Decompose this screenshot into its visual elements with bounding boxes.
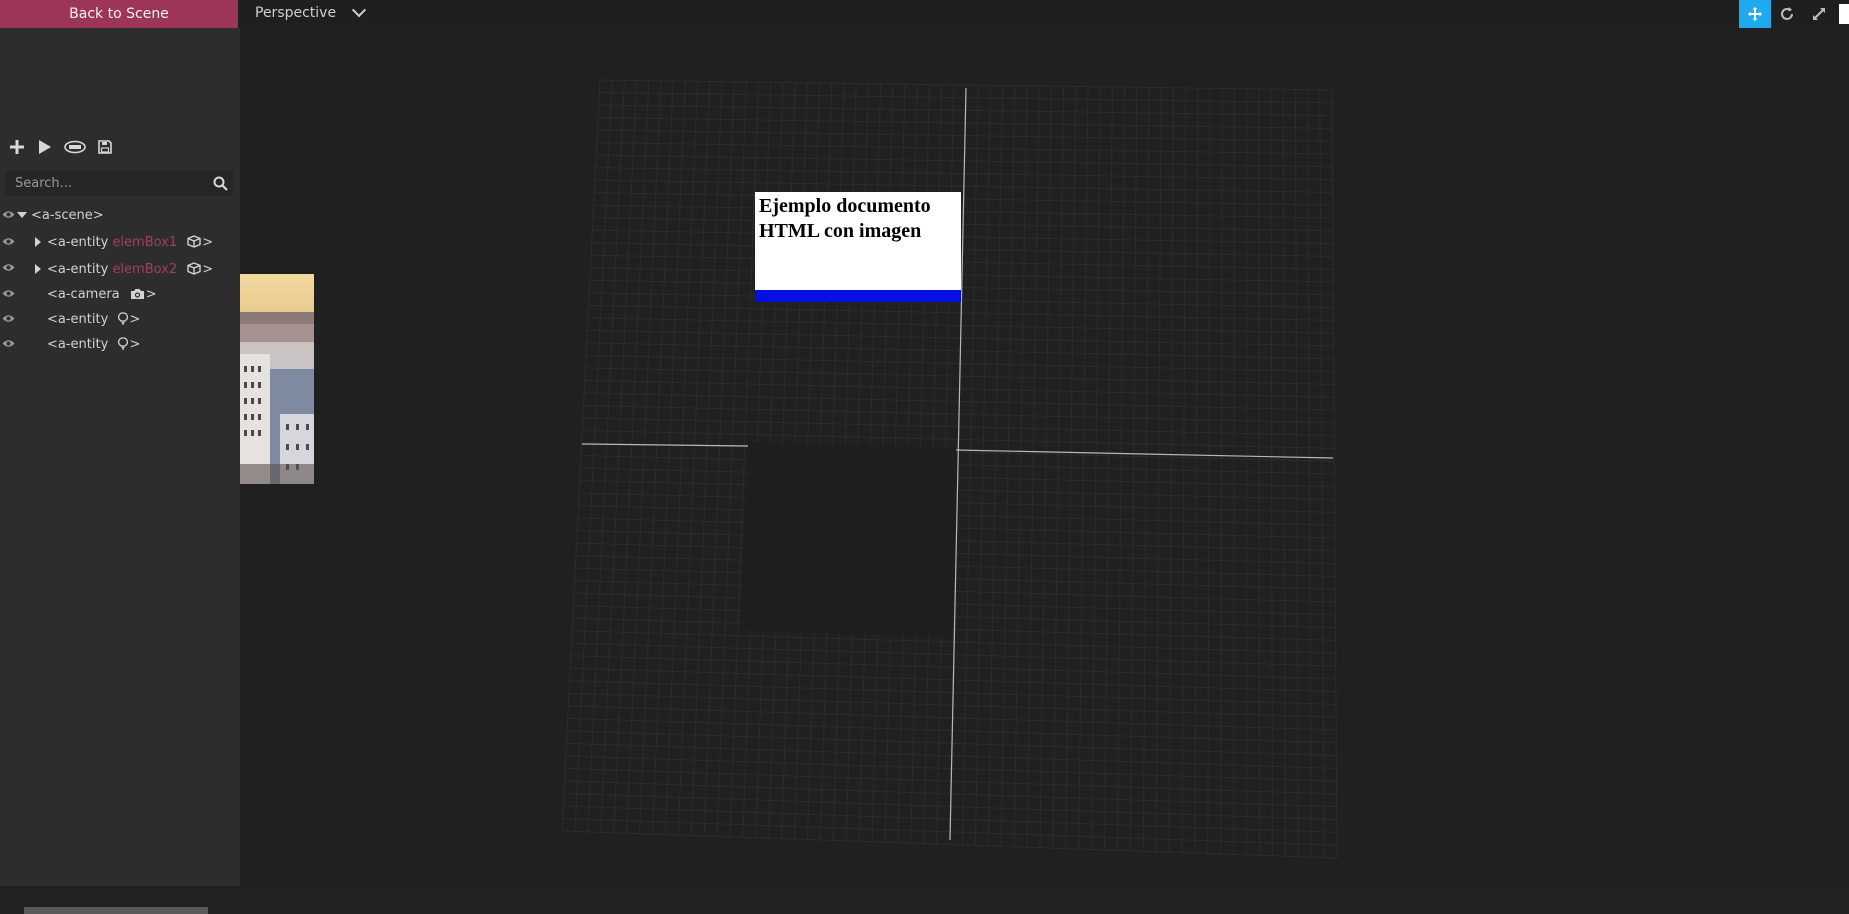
eye-icon[interactable] bbox=[2, 289, 15, 298]
eye-icon[interactable] bbox=[2, 339, 15, 348]
viewport-tools bbox=[1739, 0, 1849, 28]
search-icon[interactable] bbox=[207, 170, 233, 196]
lightbulb-icon bbox=[118, 337, 128, 350]
tree-close: > bbox=[202, 262, 213, 277]
floor-grid bbox=[240, 28, 1849, 886]
caret-down-icon[interactable] bbox=[17, 212, 27, 218]
caret-right-icon[interactable] bbox=[35, 264, 41, 274]
asset-thumbnail[interactable] bbox=[240, 274, 314, 484]
back-to-scene-button[interactable]: Back to Scene bbox=[0, 0, 238, 28]
tree-label: <a-scene> bbox=[31, 208, 104, 223]
gltf-icon[interactable] bbox=[64, 138, 86, 156]
tree-tag: <a-camera bbox=[47, 287, 120, 302]
eye-icon[interactable] bbox=[2, 314, 15, 323]
caret-right-icon[interactable] bbox=[35, 237, 41, 247]
tree-close: > bbox=[146, 287, 157, 302]
entity-id: elemBox1 bbox=[112, 235, 177, 250]
scale-tool-button[interactable] bbox=[1803, 0, 1835, 28]
eye-icon[interactable] bbox=[2, 237, 15, 246]
city-photo-image bbox=[240, 274, 314, 484]
camera-icon bbox=[130, 288, 145, 300]
tree-close: > bbox=[129, 312, 140, 327]
tree-row-light-2[interactable]: <a-entity > bbox=[0, 332, 240, 357]
3d-viewport[interactable]: Ejemplo documento HTML con imagen bbox=[240, 28, 1849, 886]
eye-icon[interactable] bbox=[2, 263, 15, 272]
tree-row-light-1[interactable]: <a-entity > bbox=[0, 307, 240, 332]
tree-tag: <a-entity bbox=[47, 262, 108, 277]
box-side-face bbox=[755, 290, 961, 302]
tree-tag: <a-entity bbox=[47, 235, 108, 250]
camera-select-label: Perspective bbox=[255, 5, 336, 21]
play-icon[interactable] bbox=[36, 138, 54, 156]
scene-toolbar bbox=[8, 138, 114, 156]
tree-close: > bbox=[202, 235, 213, 250]
eye-icon[interactable] bbox=[2, 210, 15, 219]
save-icon[interactable] bbox=[96, 138, 114, 156]
rotate-icon bbox=[1779, 6, 1795, 22]
panel-edge bbox=[1839, 4, 1849, 24]
search-input[interactable] bbox=[5, 170, 207, 196]
tree-row-camera[interactable]: <a-camera > bbox=[0, 282, 240, 307]
tree-row-elembox1[interactable]: <a-entity elemBox1 > bbox=[0, 228, 240, 256]
chevron-down-icon bbox=[352, 3, 366, 17]
cube-icon bbox=[187, 235, 201, 248]
tree-close: > bbox=[129, 337, 140, 352]
plus-icon[interactable] bbox=[8, 138, 26, 156]
camera-select[interactable]: Perspective bbox=[255, 0, 364, 26]
html-document-plane[interactable]: Ejemplo documento HTML con imagen bbox=[755, 192, 961, 290]
tree-row-scene[interactable]: <a-scene> bbox=[0, 203, 240, 228]
translate-tool-button[interactable] bbox=[1739, 0, 1771, 28]
lightbulb-icon bbox=[118, 312, 128, 325]
expand-diagonal-icon bbox=[1811, 6, 1827, 22]
entity-id: elemBox2 bbox=[112, 262, 177, 277]
move-arrows-icon bbox=[1747, 6, 1763, 22]
tree-row-elembox2[interactable]: <a-entity elemBox2 > bbox=[0, 256, 240, 282]
horizontal-scrollbar[interactable] bbox=[24, 907, 208, 914]
search-box bbox=[5, 170, 233, 196]
scene-graph-panel: <a-scene> <a-entity elemBox1 > bbox=[0, 28, 240, 886]
cube-icon bbox=[187, 262, 201, 275]
tree-tag: <a-entity bbox=[47, 337, 108, 352]
rotate-tool-button[interactable] bbox=[1771, 0, 1803, 28]
tree-tag: <a-entity bbox=[47, 312, 108, 327]
scene-tree: <a-scene> <a-entity elemBox1 > bbox=[0, 203, 240, 357]
floor-shadow bbox=[740, 442, 960, 638]
top-bar: Back to Scene Perspective bbox=[0, 0, 1849, 28]
